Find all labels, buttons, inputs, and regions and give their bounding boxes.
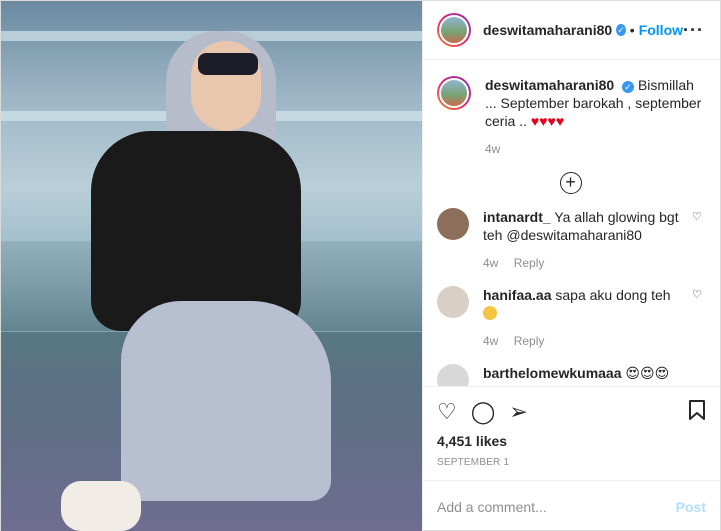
comment-item: hanifaa.aa sapa aku dong teh 4w Reply ♡ xyxy=(437,286,704,350)
comment-username[interactable]: barthelomewkumaaa xyxy=(483,365,622,381)
caption-username[interactable]: deswitamaharani80 xyxy=(485,77,614,93)
load-more-comments: + xyxy=(437,172,704,194)
author-username[interactable]: deswitamaharani80 xyxy=(483,22,612,38)
comment-item: intanardt_ Ya allah glowing bgt teh @des… xyxy=(437,208,704,272)
avatar-image xyxy=(439,78,469,108)
checkered-trousers xyxy=(121,301,331,501)
white-shoe xyxy=(61,481,141,531)
comment-body: intanardt_ Ya allah glowing bgt teh @des… xyxy=(483,208,684,272)
comment-meta: 4w Reply xyxy=(483,254,684,272)
caption-meta: 4w xyxy=(485,140,704,158)
caption-time[interactable]: 4w xyxy=(485,142,500,156)
commenter-avatar[interactable] xyxy=(437,364,469,386)
comment-input[interactable] xyxy=(437,498,676,515)
sad-face-emoji xyxy=(483,306,497,320)
comment-like-icon[interactable]: ♡ xyxy=(692,288,704,301)
comment-text: sapa aku dong teh xyxy=(555,287,671,303)
comment-like-icon[interactable]: ♡ xyxy=(692,210,704,223)
instagram-post: deswitamaharani80 ✓ • Follow ··· deswita… xyxy=(0,0,721,531)
post-comment-button[interactable]: Post xyxy=(676,499,706,515)
commenter-avatar[interactable] xyxy=(437,208,469,240)
comment-body: barthelomewkumaaa 😍😍😍 xyxy=(483,364,704,382)
comment-time[interactable]: 4w xyxy=(483,256,498,270)
follow-button[interactable]: Follow xyxy=(639,22,683,38)
verified-badge-icon: ✓ xyxy=(616,24,626,36)
author-avatar[interactable] xyxy=(437,13,471,47)
post-date[interactable]: SEPTEMBER 1 xyxy=(437,457,706,468)
add-comment-bar: Post xyxy=(423,480,720,531)
post-actions: ♡ ◯ ➢ 4,451 likes SEPTEMBER 1 xyxy=(423,386,720,468)
comment-meta: 4w Reply xyxy=(483,332,684,350)
caption: deswitamaharani80 ✓ Bismillah ... Septem… xyxy=(437,76,704,158)
comment-username[interactable]: intanardt_ xyxy=(483,209,551,225)
likes-count[interactable]: 4,451 likes xyxy=(437,433,706,449)
avatar-image xyxy=(439,15,469,45)
save-bookmark-icon[interactable] xyxy=(688,399,706,425)
caption-avatar[interactable] xyxy=(437,76,471,110)
share-paper-plane-icon[interactable]: ➢ xyxy=(509,401,527,423)
reply-button[interactable]: Reply xyxy=(514,334,545,348)
more-options-icon[interactable]: ··· xyxy=(683,20,704,41)
separator-dot: • xyxy=(629,22,635,38)
post-side-panel: deswitamaharani80 ✓ • Follow ··· deswita… xyxy=(422,1,720,531)
post-header: deswitamaharani80 ✓ • Follow ··· xyxy=(423,1,720,60)
post-photo[interactable] xyxy=(1,1,422,531)
sunglasses xyxy=(198,53,258,75)
bookmark-icon xyxy=(689,400,705,420)
heart-eyes-emoji: 😍😍😍 xyxy=(625,365,670,381)
comment-body: hanifaa.aa sapa aku dong teh 4w Reply xyxy=(483,286,684,350)
comment-time[interactable]: 4w xyxy=(483,334,498,348)
verified-badge-icon: ✓ xyxy=(622,81,635,93)
caption-body: deswitamaharani80 ✓ Bismillah ... Septem… xyxy=(485,76,704,158)
like-heart-icon[interactable]: ♡ xyxy=(437,401,457,423)
comment-username[interactable]: hanifaa.aa xyxy=(483,287,551,303)
red-hearts-emoji: ♥♥♥♥ xyxy=(530,113,565,129)
reply-button[interactable]: Reply xyxy=(514,256,545,270)
commenter-avatar[interactable] xyxy=(437,286,469,318)
plus-circle-icon[interactable]: + xyxy=(559,172,582,194)
comment-bubble-icon[interactable]: ◯ xyxy=(471,401,496,423)
comments-section[interactable]: deswitamaharani80 ✓ Bismillah ... Septem… xyxy=(423,60,720,386)
comment-item: barthelomewkumaaa 😍😍😍 xyxy=(437,364,704,386)
action-bar: ♡ ◯ ➢ xyxy=(437,395,706,429)
